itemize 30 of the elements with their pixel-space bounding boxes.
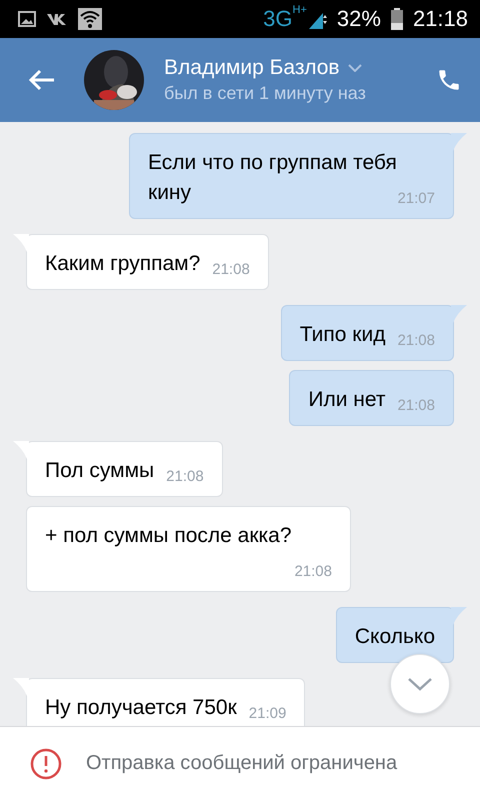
- message-text: Если что по группам тебя кину: [148, 151, 397, 204]
- message-text: + пол суммы после акка?: [45, 524, 292, 547]
- image-icon: [18, 11, 36, 27]
- last-seen-status: был в сети 1 минуту наз: [164, 83, 367, 104]
- chevron-down-icon: [407, 677, 433, 691]
- battery-percent: 32%: [336, 6, 381, 32]
- chevron-down-icon[interactable]: [348, 64, 362, 72]
- back-arrow-icon[interactable]: [28, 68, 56, 92]
- network-subtype: H+: [292, 4, 307, 16]
- contact-name[interactable]: Владимир Базлов: [164, 56, 340, 80]
- network-type: 3G: [263, 6, 293, 32]
- message-time: 21:08: [166, 468, 204, 486]
- message-time: 21:08: [397, 332, 435, 350]
- clock: 21:18: [412, 6, 468, 32]
- message-time: 21:08: [397, 397, 435, 415]
- warning-icon: [30, 748, 62, 780]
- message-text: Каким группам?: [45, 252, 200, 275]
- restriction-notice: Отправка сообщений ограничена: [86, 752, 398, 775]
- wifi-icon: [78, 8, 102, 30]
- message-time: 21:08: [212, 261, 250, 279]
- message-text: Ну получается 750к: [45, 696, 237, 719]
- message-time: 21:07: [397, 190, 435, 208]
- message-text: Типо кид: [300, 323, 386, 346]
- message-time: 21:08: [294, 563, 332, 581]
- message-text: Или нет: [308, 388, 386, 411]
- message-text: Пол суммы: [45, 459, 154, 482]
- battery-icon: [390, 8, 403, 30]
- message-text: Сколько: [354, 625, 435, 648]
- vk-icon: [46, 12, 68, 26]
- message-time: 21:09: [248, 705, 286, 723]
